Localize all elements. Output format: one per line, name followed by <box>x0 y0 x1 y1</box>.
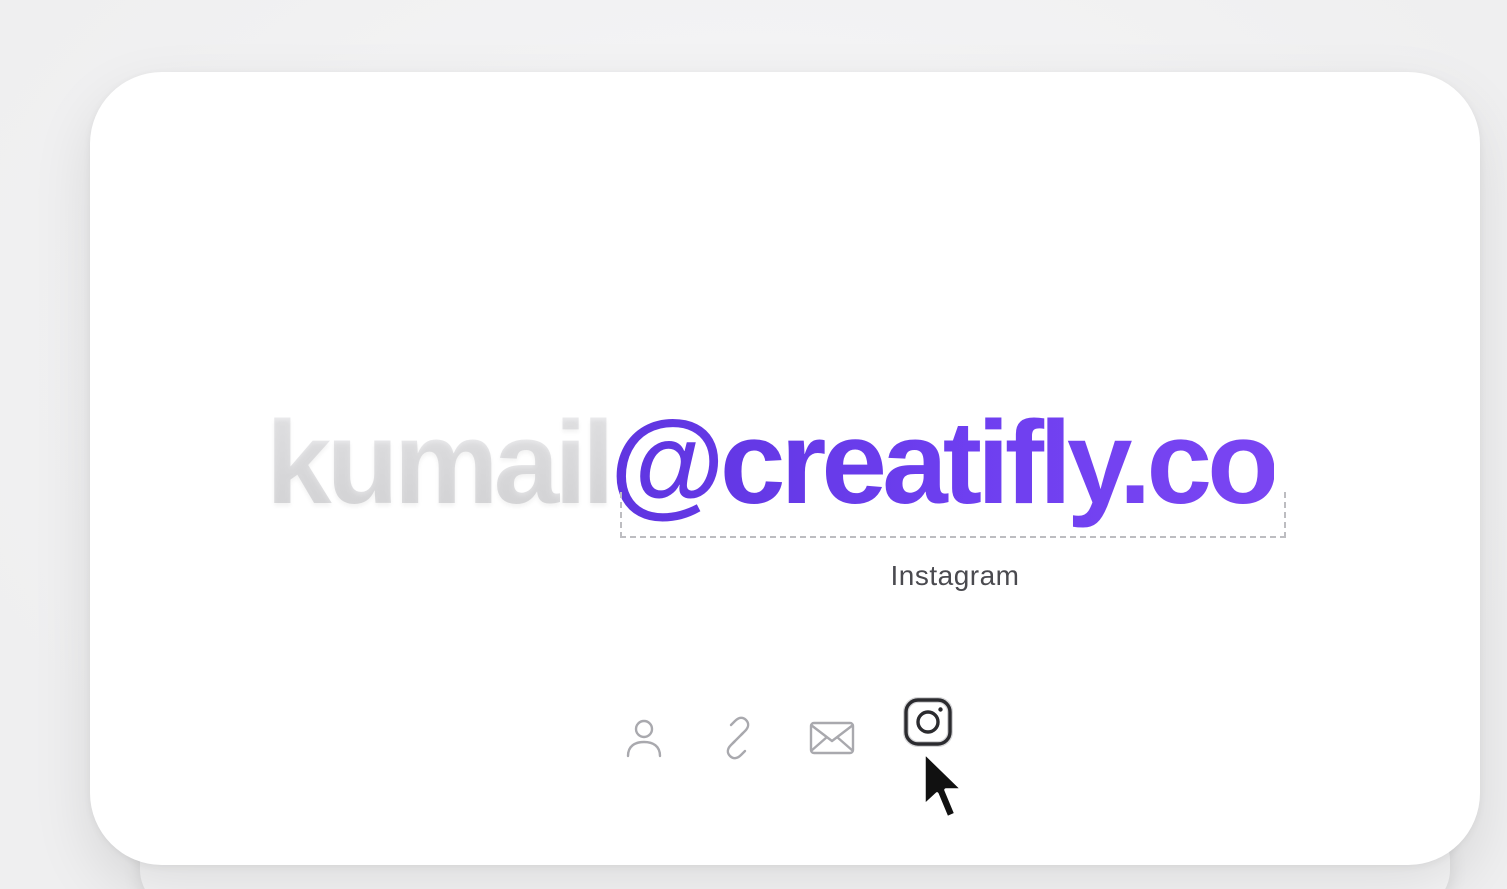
mail-icon <box>809 721 855 755</box>
link-icon <box>726 716 750 760</box>
instagram-button[interactable] <box>896 690 960 754</box>
user-icon <box>626 719 662 758</box>
instagram-icon <box>903 697 953 747</box>
link-button[interactable] <box>706 706 770 770</box>
mail-button[interactable] <box>800 706 864 770</box>
profile-button[interactable] <box>612 706 676 770</box>
email-username: kumail <box>266 397 615 529</box>
social-icon-bar <box>610 690 970 770</box>
highlight-bracket <box>620 492 1286 538</box>
mouse-cursor-icon <box>922 750 965 820</box>
hover-tooltip-label: Instagram <box>890 560 1020 591</box>
canvas-stage: kumail @creatifly.co Instagram <box>0 0 1507 889</box>
